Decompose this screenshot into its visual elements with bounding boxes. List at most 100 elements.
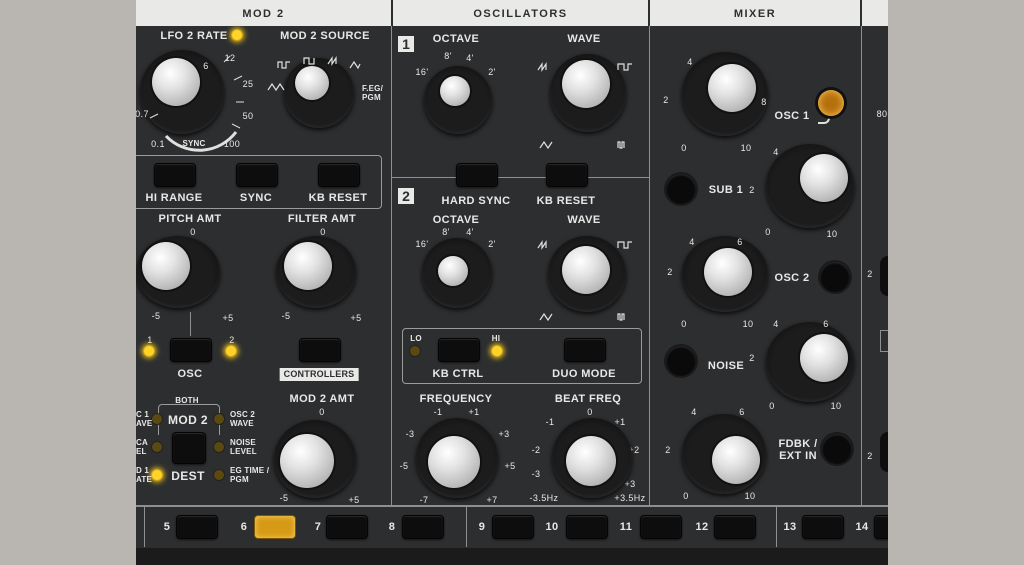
rate-50-label: 50 (242, 111, 254, 121)
hard-sync-button[interactable] (456, 163, 498, 187)
step-10-button[interactable] (566, 515, 608, 539)
hi-range-label: HI RANGE (145, 192, 203, 204)
osc-label: OSC (177, 368, 203, 380)
osc-2-led (226, 346, 236, 356)
noise-button[interactable] (666, 346, 696, 376)
beat-plus35: +3.5Hz (614, 493, 646, 503)
mixer-fdbk-label: FDBK / EXT IN (778, 438, 818, 462)
step-14-button[interactable] (874, 515, 888, 539)
freq-plus1: +1 (468, 407, 480, 417)
mixer-osc2-led-button[interactable] (820, 262, 850, 292)
filter-amt-min: -5 (281, 311, 291, 321)
pitch-amt-label: PITCH AMT (158, 213, 222, 225)
lfo2-rate-led (232, 30, 242, 40)
osc2-octave-knob[interactable] (422, 238, 492, 308)
mixer-sub1-knob-cap (800, 154, 848, 202)
mod2-amt-knob[interactable] (274, 420, 356, 498)
step-14-label: 14 (855, 521, 869, 533)
osc1-octave-4: 4' (466, 53, 474, 63)
mix-osc1-10: 10 (740, 143, 752, 153)
kb-reset-mod2-button[interactable] (318, 163, 360, 187)
osc1-wave-icons (537, 62, 632, 150)
osc-1-led (144, 346, 154, 356)
sync-label: SYNC (239, 192, 273, 204)
osc-2-label: 2 (229, 335, 235, 345)
mix-noise-6: 6 (823, 319, 829, 329)
mixer-sub1-label: SUB 1 (708, 184, 744, 196)
frequency-knob-cap (428, 436, 480, 488)
rate-12-label: 12 (224, 53, 236, 63)
filter-amt-knob[interactable] (276, 236, 356, 308)
osc2-octave-knob-cap (438, 256, 468, 286)
rate-sync-label: SYNC (182, 139, 206, 148)
mixer-osc2-knob[interactable] (682, 236, 768, 312)
dest-osc2-wave-led (214, 414, 224, 424)
controllers-button[interactable] (299, 338, 341, 362)
step-5-button[interactable] (176, 515, 218, 539)
next-section-knob-b[interactable] (880, 432, 888, 472)
mix-osc2-2: 2 (667, 267, 673, 277)
mix-sub1-2: 2 (749, 185, 755, 195)
sync-button[interactable] (236, 163, 278, 187)
mix-noise-4: 4 (773, 319, 779, 329)
mix-sub1-4: 4 (773, 147, 779, 157)
duo-mode-button[interactable] (564, 338, 606, 362)
step-6-button[interactable] (254, 515, 296, 539)
sub1-button[interactable] (666, 174, 696, 204)
mixer-osc1-knob[interactable] (682, 52, 768, 136)
osc-select-button[interactable] (170, 338, 212, 362)
frequency-knob[interactable] (416, 418, 498, 498)
mixer-osc1-label: OSC 1 (774, 110, 810, 122)
osc2-number-box: 2 (398, 188, 414, 204)
duo-mode-label: DUO MODE (552, 368, 616, 380)
step-9-label: 9 (478, 521, 486, 533)
freq-minus1: -1 (433, 407, 443, 417)
osc1-octave-2: 2' (488, 67, 496, 77)
step-6-label: 6 (240, 521, 248, 533)
mix-fdbk-2: 2 (665, 445, 671, 455)
step-8-button[interactable] (402, 515, 444, 539)
osc1-octave-knob[interactable] (424, 66, 492, 134)
step-9-button[interactable] (492, 515, 534, 539)
step-5-label: 5 (163, 521, 171, 533)
step-12-button[interactable] (714, 515, 756, 539)
dest-eg-time-label: EG TIME / PGM (230, 466, 270, 484)
dest-vca-level-label: CA EL (136, 438, 148, 456)
hi-range-button[interactable] (154, 163, 196, 187)
kb-ctrl-hi-label: HI (491, 334, 501, 343)
kb-ctrl-button[interactable] (438, 338, 480, 362)
beat-freq-label: BEAT FREQ (554, 393, 622, 405)
mix-osc1-2: 2 (663, 95, 669, 105)
beat-freq-knob[interactable] (552, 418, 632, 498)
filter-amt-knob-cap (284, 242, 332, 290)
step-13-button[interactable] (802, 515, 844, 539)
mixer-fdbk-led-button[interactable] (822, 434, 852, 464)
osc2-octave-4: 4' (466, 227, 474, 237)
next-section-box (880, 330, 888, 352)
osc2-wave-icons (537, 240, 632, 322)
mix-osc2-4: 4 (689, 237, 695, 247)
dest-osc1-wave-led (152, 414, 162, 424)
mixer-sub1-knob[interactable] (766, 144, 854, 228)
divider-osc-mixer (649, 26, 650, 505)
step-8-label: 8 (388, 521, 396, 533)
next-section-2a: 2 (867, 269, 873, 279)
osc2-octave-8: 8' (442, 227, 450, 237)
mix-osc1-4: 4 (687, 57, 693, 67)
mixer-noise-knob[interactable] (766, 322, 854, 402)
kb-reset-osc-button[interactable] (546, 163, 588, 187)
dest-button[interactable] (172, 432, 206, 464)
mix-sub1-10: 10 (826, 229, 838, 239)
pitch-amt-knob-cap (142, 242, 190, 290)
pitch-amt-max: +5 (222, 313, 234, 323)
frequency-label: FREQUENCY (419, 393, 493, 405)
mixer-fdbk-knob[interactable] (682, 414, 766, 494)
step-11-button[interactable] (640, 515, 682, 539)
osc2-octave-label: OCTAVE (432, 214, 480, 226)
pitch-amt-knob[interactable] (136, 236, 220, 308)
step-7-button[interactable] (326, 515, 368, 539)
kb-ctrl-label: KB CTRL (432, 368, 484, 380)
next-section-knob-a[interactable] (880, 256, 888, 296)
mod2-amt-knob-cap (280, 434, 334, 488)
divider-osc1-osc2 (392, 177, 649, 178)
